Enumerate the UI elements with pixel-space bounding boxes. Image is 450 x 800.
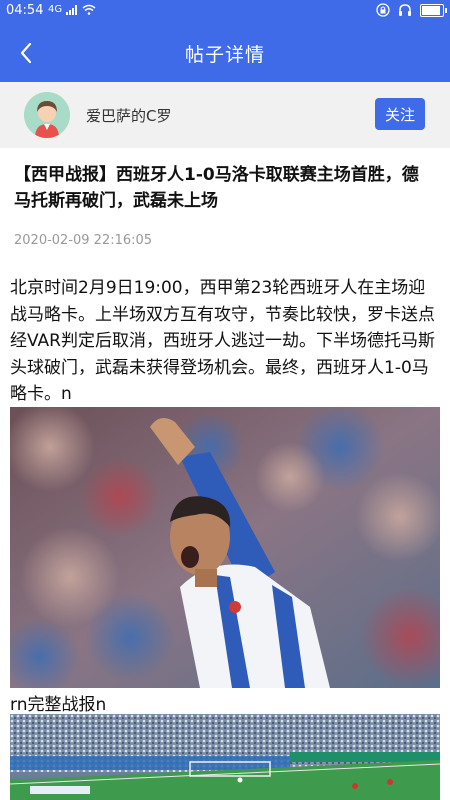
post-photo-celebration bbox=[10, 407, 440, 688]
post-photo-stadium bbox=[10, 714, 440, 800]
battery-icon bbox=[420, 3, 447, 17]
status-time: 04:54 bbox=[6, 3, 44, 18]
app-header: 帖子详情 bbox=[0, 24, 450, 82]
post-title: 【西甲战报】西班牙人1-0马洛卡取联赛主场首胜，德马托斯再破门，武磊未上场 bbox=[14, 165, 419, 211]
avatar-icon bbox=[24, 92, 70, 138]
network-type: 4G bbox=[48, 4, 63, 15]
post-timestamp: 2020-02-09 22:16:05 bbox=[14, 233, 153, 248]
headphones-icon bbox=[399, 4, 411, 16]
avatar[interactable] bbox=[24, 92, 70, 138]
signal-icon bbox=[66, 4, 78, 15]
author-name[interactable]: 爱巴萨的C罗 bbox=[86, 105, 171, 126]
post-body: 北京时间2月9日19:00，西甲第23轮西班牙人在主场迎战马略卡。上半场双方互有… bbox=[10, 278, 435, 404]
status-right-icons bbox=[376, 3, 447, 17]
lock-icon bbox=[376, 3, 390, 17]
page-title: 帖子详情 bbox=[184, 44, 265, 66]
follow-button[interactable]: 关注 bbox=[375, 98, 425, 130]
status-left-icons: 4G bbox=[48, 4, 96, 15]
author-bar: 爱巴萨的C罗 关注 bbox=[0, 82, 450, 148]
photo-caption: rn完整战报n bbox=[10, 695, 107, 715]
wifi-icon bbox=[82, 4, 96, 15]
status-bar: 04:54 4G bbox=[0, 0, 450, 24]
